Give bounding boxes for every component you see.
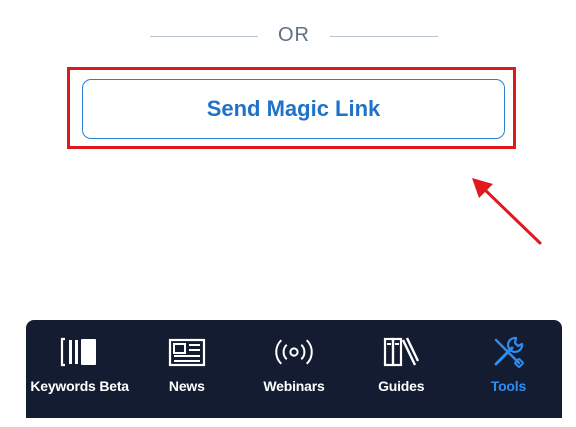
tab-guides[interactable]: Guides: [348, 320, 455, 418]
or-divider-text: OR: [278, 24, 310, 46]
or-divider: OR: [0, 22, 576, 52]
login-screen: OR Send Magic Link Keywords Beta News We…: [0, 0, 576, 427]
tab-news-label: News: [168, 378, 205, 394]
tab-webinars-label: Webinars: [263, 378, 325, 394]
divider-line-right: [330, 36, 438, 37]
tab-webinars[interactable]: Webinars: [240, 320, 347, 418]
keywords-icon: [60, 334, 100, 370]
books-icon: [381, 334, 421, 370]
tab-guides-label: Guides: [378, 378, 425, 394]
tab-keywords-beta[interactable]: Keywords Beta: [26, 320, 133, 418]
annotation-arrow-icon: [472, 178, 542, 245]
newspaper-icon: [167, 334, 207, 370]
tools-icon: [488, 334, 528, 370]
tab-keywords-beta-label: Keywords Beta: [30, 378, 129, 394]
tab-tools-label: Tools: [490, 378, 527, 394]
bottom-tab-bar: Keywords Beta News Webinars Guides Tools: [26, 320, 562, 418]
annotation-highlight-box: [67, 67, 516, 149]
broadcast-icon: [274, 334, 314, 370]
divider-line-left: [150, 36, 258, 37]
tab-news[interactable]: News: [133, 320, 240, 418]
tab-tools[interactable]: Tools: [455, 320, 562, 418]
